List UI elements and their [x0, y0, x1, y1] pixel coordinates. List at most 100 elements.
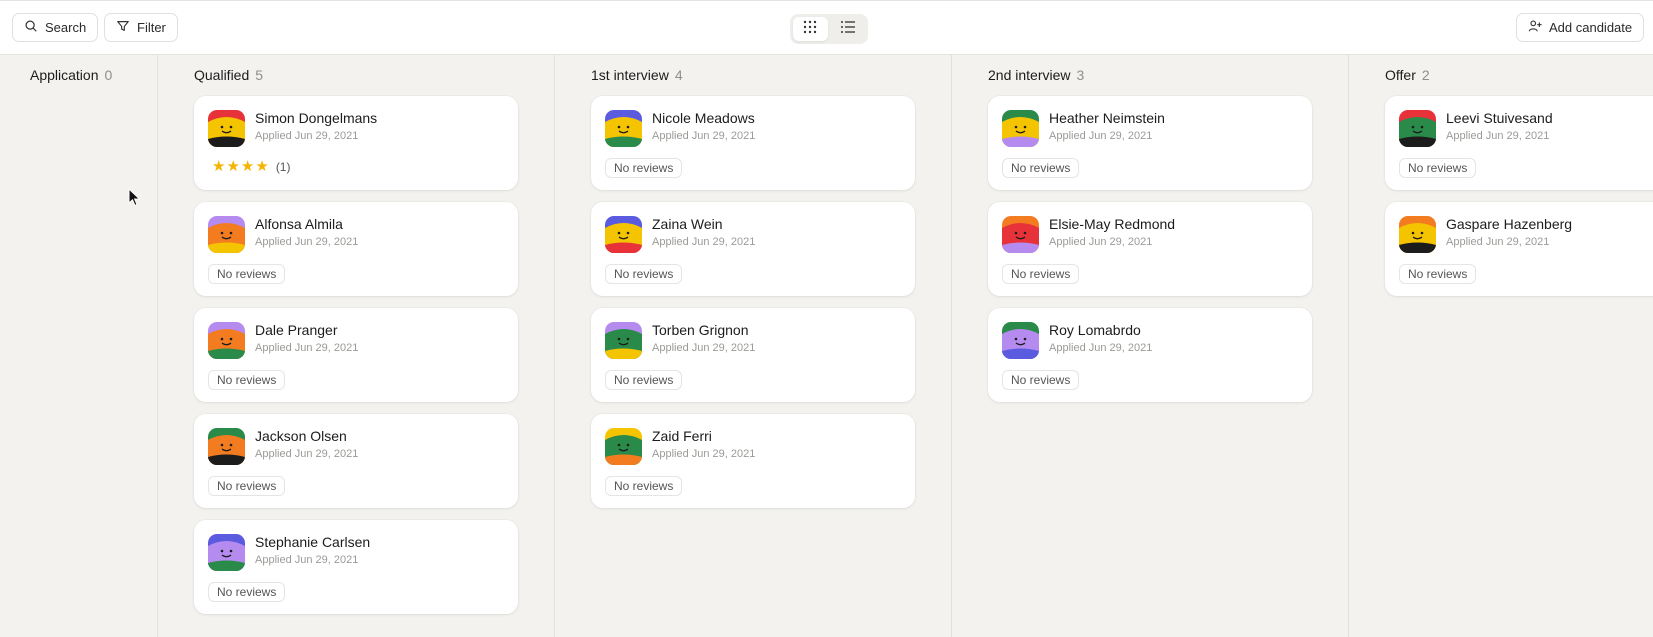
- candidate-name: Heather Neimstein: [1049, 110, 1165, 126]
- column-divider: [554, 55, 555, 637]
- star-icon: ★: [240, 158, 255, 175]
- candidate-card[interactable]: Jackson Olsen Applied Jun 29, 2021 No revi…: [194, 414, 518, 508]
- list-view-button[interactable]: [831, 17, 866, 41]
- grid-view-icon: [802, 19, 818, 40]
- avatar: [1002, 110, 1039, 147]
- filter-label: Filter: [137, 20, 166, 35]
- column-title: Application: [30, 67, 99, 83]
- applied-date: Applied Jun 29, 2021: [1049, 236, 1153, 248]
- candidate-card[interactable]: Leevi Stuivesand Applied Jun 29, 2021 No r…: [1385, 96, 1653, 190]
- grid-view-button[interactable]: [793, 17, 828, 41]
- avatar: [208, 110, 245, 147]
- candidate-card[interactable]: Gaspare Hazenberg Applied Jun 29, 2021 No …: [1385, 202, 1653, 296]
- candidate-card[interactable]: Roy Lomabrdo Applied Jun 29, 2021 No revie…: [988, 308, 1312, 402]
- candidate-name: Torben Grignon: [652, 322, 749, 338]
- applied-date: Applied Jun 29, 2021: [255, 342, 359, 354]
- review-badge: No reviews: [1002, 264, 1080, 284]
- applied-date: Applied Jun 29, 2021: [1049, 342, 1153, 354]
- column-header: Application 0: [30, 67, 112, 83]
- column-count: 3: [1076, 67, 1085, 83]
- candidate-name: Jackson Olsen: [255, 428, 347, 444]
- column-divider: [951, 55, 952, 637]
- candidate-name: Dale Pranger: [255, 322, 338, 338]
- review-badge: No reviews: [605, 264, 683, 284]
- column-count: 0: [104, 67, 113, 83]
- candidate-card[interactable]: Simon Dongelmans Applied Jun 29, 2021 ★ ★ ★ ★…: [194, 96, 518, 190]
- candidate-name: Alfonsa Almila: [255, 216, 343, 232]
- candidate-card[interactable]: Zaid Ferri Applied Jun 29, 2021 No reviews: [591, 414, 915, 508]
- review-badge: No reviews: [1002, 158, 1080, 178]
- avatar: [605, 428, 642, 465]
- avatar: [1002, 216, 1039, 253]
- avatar: [605, 216, 642, 253]
- applied-date: Applied Jun 29, 2021: [255, 236, 359, 248]
- review-badge: No reviews: [605, 476, 683, 496]
- column-header: Offer 2: [1385, 67, 1430, 83]
- add-user-icon: [1528, 19, 1542, 36]
- applied-date: Applied Jun 29, 2021: [255, 448, 359, 460]
- search-label: Search: [45, 20, 87, 35]
- review-count: (1): [275, 159, 291, 174]
- filter-button[interactable]: Filter: [104, 13, 178, 42]
- rating-stars: ★ ★ ★ ★ (1): [212, 159, 290, 174]
- column-count: 2: [1421, 67, 1430, 83]
- applied-date: Applied Jun 29, 2021: [652, 342, 756, 354]
- column-header: 1st interview 4: [591, 67, 683, 83]
- review-badge: No reviews: [605, 158, 683, 178]
- candidate-card[interactable]: Zaina Wein Applied Jun 29, 2021 No reviews: [591, 202, 915, 296]
- avatar: [605, 110, 642, 147]
- star-icon: ★: [212, 158, 226, 175]
- avatar: [208, 322, 245, 359]
- avatar: [1399, 110, 1436, 147]
- candidate-card[interactable]: Elsie-May Redmond Applied Jun 29, 2021 No …: [988, 202, 1312, 296]
- list-view-icon: [840, 19, 856, 40]
- candidate-card[interactable]: Torben Grignon Applied Jun 29, 2021 No rev…: [591, 308, 915, 402]
- column-divider: [1348, 55, 1349, 637]
- candidate-card[interactable]: Nicole Meadows Applied Jun 29, 2021 No rev…: [591, 96, 915, 190]
- candidate-name: Nicole Meadows: [652, 110, 755, 126]
- star-icon: ★: [226, 158, 240, 175]
- review-badge: No reviews: [208, 264, 286, 284]
- candidate-card[interactable]: Heather Neimstein Applied Jun 29, 2021 No …: [988, 96, 1312, 190]
- kanban-board: Application 0 Qualified 5 Simon Dongelmans Ap…: [0, 55, 1653, 637]
- review-badge: No reviews: [208, 476, 286, 496]
- view-toggle: [790, 14, 868, 44]
- add-candidate-button[interactable]: Add candidate: [1516, 13, 1645, 42]
- search-icon: [24, 19, 38, 36]
- search-button[interactable]: Search: [12, 13, 99, 42]
- column-title: 2nd interview: [988, 67, 1071, 83]
- column-header: 2nd interview 3: [988, 67, 1084, 83]
- applied-date: Applied Jun 29, 2021: [1049, 130, 1153, 142]
- avatar: [1399, 216, 1436, 253]
- candidate-name: Zaina Wein: [652, 216, 723, 232]
- avatar: [208, 534, 245, 571]
- column-divider: [157, 55, 158, 637]
- mouse-cursor-icon: [128, 187, 142, 213]
- avatar: [1002, 322, 1039, 359]
- candidate-name: Elsie-May Redmond: [1049, 216, 1176, 232]
- applied-date: Applied Jun 29, 2021: [652, 236, 756, 248]
- review-badge: No reviews: [208, 582, 286, 602]
- candidate-name: Stephanie Carlsen: [255, 534, 371, 550]
- candidate-name: Zaid Ferri: [652, 428, 712, 444]
- candidate-name: Simon Dongelmans: [255, 110, 378, 126]
- candidate-name: Roy Lomabrdo: [1049, 322, 1141, 338]
- column-title: Qualified: [194, 67, 250, 83]
- review-badge: No reviews: [1399, 158, 1477, 178]
- filter-icon: [116, 19, 130, 36]
- add-candidate-label: Add candidate: [1549, 20, 1633, 35]
- column-count: 4: [674, 67, 683, 83]
- avatar: [208, 428, 245, 465]
- candidate-card[interactable]: Stephanie Carlsen Applied Jun 29, 2021 No …: [194, 520, 518, 614]
- candidate-card[interactable]: Dale Pranger Applied Jun 29, 2021 No revie…: [194, 308, 518, 402]
- avatar: [605, 322, 642, 359]
- candidate-card[interactable]: Alfonsa Almila Applied Jun 29, 2021 No rev…: [194, 202, 518, 296]
- candidate-name: Leevi Stuivesand: [1446, 110, 1553, 126]
- column-title: 1st interview: [591, 67, 669, 83]
- column-count: 5: [255, 67, 264, 83]
- review-badge: No reviews: [1002, 370, 1080, 390]
- toolbar: Search Filter Add candidate: [0, 0, 1653, 55]
- column-header: Qualified 5: [194, 67, 263, 83]
- review-badge: No reviews: [208, 370, 286, 390]
- applied-date: Applied Jun 29, 2021: [652, 130, 756, 142]
